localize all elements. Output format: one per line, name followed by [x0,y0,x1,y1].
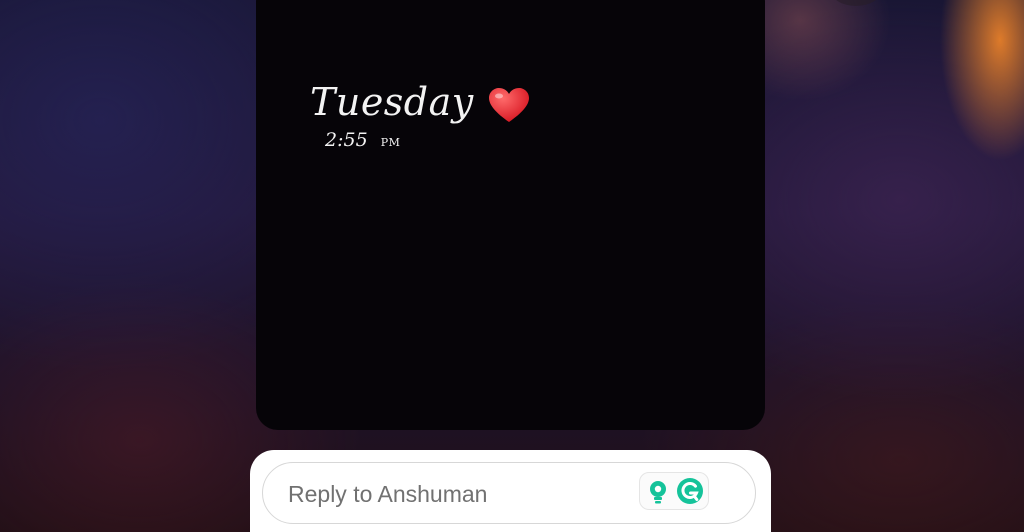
story-card[interactable] [256,0,765,430]
time-value: 2:55 [325,129,368,151]
lightbulb-icon[interactable] [647,480,669,509]
reply-input[interactable]: Reply to Anshuman [262,462,756,524]
story-overlay-text: Tuesday 2:55 PM [310,80,530,151]
reply-placeholder: Reply to Anshuman [288,481,488,507]
time-ampm: PM [380,136,401,149]
time-display: 2:55 PM [325,129,530,151]
grammarly-icon[interactable] [676,477,704,510]
top-right-control[interactable] [832,0,880,6]
heart-icon [488,88,530,129]
reply-panel: Reply to Anshuman [250,450,771,532]
day-label: Tuesday [310,80,474,124]
grammarly-widget[interactable] [639,472,709,510]
